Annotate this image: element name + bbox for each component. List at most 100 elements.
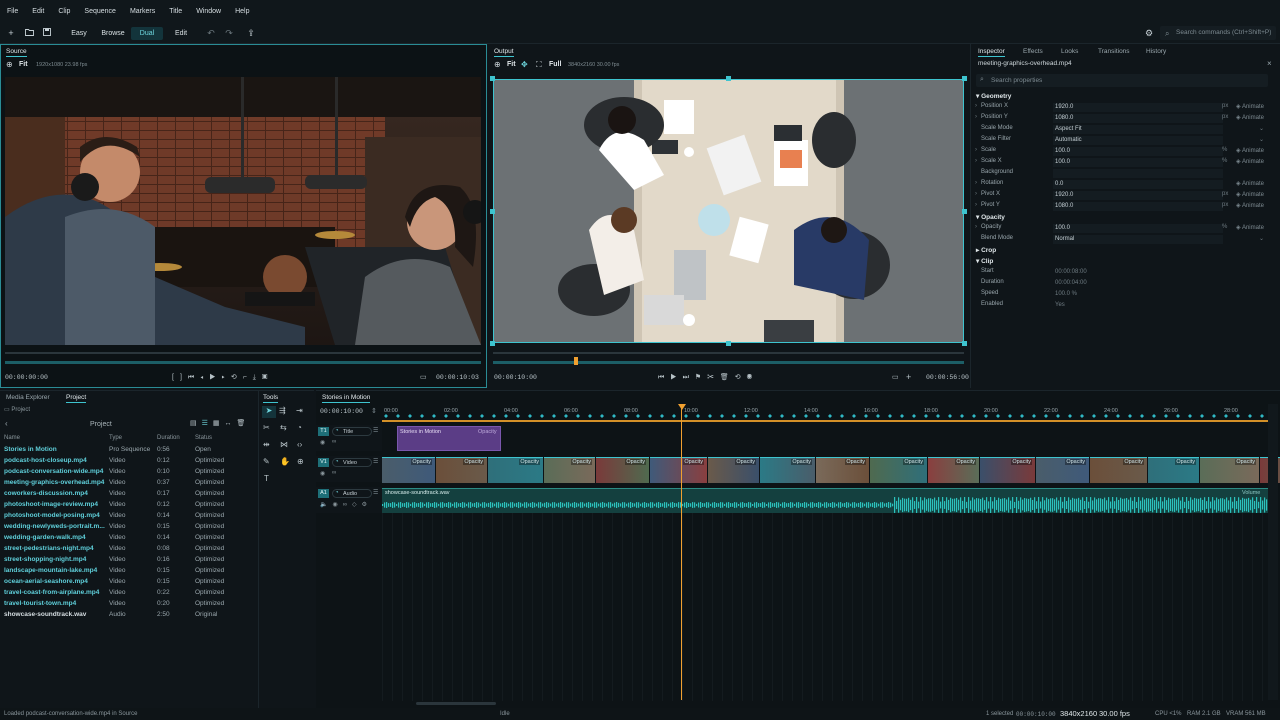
settings-icon[interactable]: ⚙ — [362, 502, 372, 508]
property-value-field[interactable]: 100.0 — [1053, 158, 1223, 167]
property-value-field[interactable]: 1080.0 — [1053, 114, 1223, 123]
source-scrubber[interactable] — [5, 352, 481, 354]
zoom-icon[interactable]: ⊕ — [6, 60, 13, 69]
add-marker-icon[interactable]: + — [906, 372, 911, 382]
project-row[interactable]: landscape-mountain-lake.mp4 Video 0:15 Opti… — [4, 567, 254, 578]
mode-dual-button[interactable]: Dual — [131, 27, 163, 40]
new-folder-icon[interactable]: ▤ — [190, 420, 202, 427]
animate-button[interactable]: ◈ Animate — [1236, 147, 1264, 154]
project-row[interactable]: street-pedestrians-night.mp4 Video 0:08 Opt… — [4, 545, 254, 556]
output-fit-button[interactable]: Fit — [507, 61, 516, 68]
playhead[interactable] — [681, 404, 682, 700]
col-status[interactable]: Status — [195, 435, 212, 441]
step-back-icon[interactable]: ⏮ — [188, 374, 200, 381]
track-menu-icon[interactable]: ☰ — [373, 427, 378, 434]
property-value-field[interactable]: Normal — [1053, 235, 1223, 244]
prev-frame-icon[interactable]: ◂ — [200, 374, 209, 381]
output-scrubber[interactable] — [493, 352, 964, 354]
transform-handle[interactable] — [726, 341, 731, 346]
tab-history[interactable]: History — [1146, 46, 1166, 57]
go-end-icon[interactable]: ⏭ — [683, 374, 695, 381]
video-clip[interactable]: Opacity — [1036, 457, 1089, 483]
undo-icon[interactable]: ↶ — [204, 26, 218, 40]
expand-chevron-icon[interactable]: › — [975, 103, 977, 109]
animate-button[interactable]: ◈ Animate — [1236, 103, 1264, 110]
project-row[interactable]: meeting-graphics-overhead.mp4 Video 0:37 Op… — [4, 479, 254, 490]
menu-title[interactable]: Title — [162, 8, 189, 15]
col-duration[interactable]: Duration — [157, 435, 180, 441]
section-geometry[interactable]: ▾ Geometry — [976, 92, 1011, 100]
razor-tool-icon[interactable]: ✂ — [263, 423, 270, 432]
grid-view-icon[interactable]: ▦ — [213, 420, 225, 427]
col-name[interactable]: Name — [4, 435, 20, 441]
col-type[interactable]: Type — [109, 435, 122, 441]
animate-button[interactable]: ◈ Animate — [1236, 180, 1264, 187]
expand-chevron-icon[interactable]: › — [975, 191, 977, 197]
video-clip[interactable]: Opacity — [870, 457, 927, 483]
expand-chevron-icon[interactable]: › — [975, 114, 977, 120]
timeline-empty-area[interactable] — [382, 513, 1268, 701]
menu-window[interactable]: Window — [189, 8, 228, 15]
video-clip[interactable]: Opacity — [1200, 457, 1259, 483]
command-search-input[interactable]: Search commands (Ctrl+Shift+P) — [1160, 26, 1276, 40]
project-row[interactable]: Stories in Motion Pro Sequence 0:56 Open — [4, 446, 254, 457]
expand-chevron-icon[interactable]: › — [975, 158, 977, 164]
ripple-tool-icon[interactable]: ⇥ — [296, 406, 303, 415]
link-icon[interactable]: ∞ — [343, 502, 352, 508]
add-icon[interactable]: + — [4, 26, 18, 40]
video-clip[interactable]: Opacity — [488, 457, 543, 483]
transform-handle[interactable] — [490, 341, 495, 346]
track-menu-icon[interactable]: ☰ — [373, 458, 378, 465]
section-opacity[interactable]: ▾ Opacity — [976, 213, 1005, 221]
folder-open-icon[interactable] — [22, 26, 36, 40]
tab-project[interactable]: Project — [66, 392, 87, 403]
tab-output[interactable]: Output — [494, 46, 514, 57]
mode-edit-button[interactable]: Edit — [169, 27, 193, 40]
source-timebar[interactable] — [5, 361, 481, 364]
project-row[interactable]: photoshoot-image-review.mp4 Video 0:12 Opti… — [4, 501, 254, 512]
track-name-title-pill[interactable]: ◔ Title — [332, 427, 372, 436]
hand-tool-icon[interactable]: ✋ — [280, 457, 290, 466]
trash-icon[interactable]: 🗑 — [237, 420, 251, 427]
speaker-icon[interactable]: 🔈 — [320, 502, 332, 508]
append-icon[interactable]: ▣ — [262, 374, 274, 381]
track-name-audio-pill[interactable]: ◔ Audio — [332, 489, 372, 498]
video-clip[interactable]: Opacity — [436, 457, 487, 483]
project-row[interactable]: ocean-aerial-seashore.mp4 Video 0:15 Optimi… — [4, 578, 254, 589]
tab-inspector[interactable]: Inspector — [978, 46, 1005, 57]
zoom-tool-icon[interactable]: ⊕ — [297, 457, 304, 466]
animate-button[interactable]: ◈ Animate — [1236, 191, 1264, 198]
property-value-field[interactable]: Automatic — [1053, 136, 1223, 145]
tab-tools[interactable]: Tools — [263, 392, 279, 403]
video-clip[interactable]: Opacity — [760, 457, 815, 483]
display-settings-icon[interactable]: ▭ — [892, 373, 899, 381]
property-value-field[interactable]: 00:00:08:00 — [1053, 268, 1223, 277]
video-clip[interactable]: Opacity — [382, 457, 435, 483]
menu-help[interactable]: Help — [228, 8, 256, 15]
tab-looks[interactable]: Looks — [1061, 46, 1078, 57]
chevron-down-icon[interactable]: ⌄ — [1259, 136, 1264, 143]
visibility-icon[interactable]: ◉ — [320, 470, 325, 477]
property-value-field[interactable]: 00:00:04:00 — [1053, 279, 1223, 288]
list-view-icon[interactable]: ☰ — [202, 420, 213, 427]
track-menu-icon[interactable]: ☰ — [373, 489, 378, 496]
gear-icon[interactable]: ⚙ — [1142, 26, 1156, 40]
video-clip[interactable]: Opacity — [544, 457, 595, 483]
close-icon[interactable]: × — [1267, 59, 1272, 68]
menu-edit[interactable]: Edit — [25, 8, 51, 15]
project-row[interactable]: wedding-garden-walk.mp4 Video 0:14 Optimize… — [4, 534, 254, 545]
timeline-ruler[interactable]: 00:00 02:00 04:00 06:00 08:00 10:00 12:00 14:00… — [382, 404, 1280, 420]
delete-icon[interactable]: 🗑 — [720, 374, 735, 381]
visibility-icon[interactable]: ◉ — [332, 502, 342, 508]
overwrite-icon[interactable]: ⤓ — [253, 374, 262, 381]
project-row[interactable]: street-shopping-night.mp4 Video 0:16 Optimi… — [4, 556, 254, 567]
menu-sequence[interactable]: Sequence — [77, 8, 123, 15]
inspector-search-input[interactable]: ⌕ Search properties — [976, 74, 1268, 87]
property-value-field[interactable]: 1080.0 — [1053, 202, 1223, 211]
timeline-vertical-scrollbar[interactable] — [1268, 404, 1278, 700]
play-icon[interactable]: ▶ — [209, 374, 221, 381]
transform-handle[interactable] — [490, 76, 495, 81]
transform-icon[interactable]: ✥ — [521, 60, 528, 69]
animate-button[interactable]: ◈ Animate — [1236, 114, 1264, 121]
rate-tool-icon[interactable]: ◔ — [297, 423, 302, 432]
